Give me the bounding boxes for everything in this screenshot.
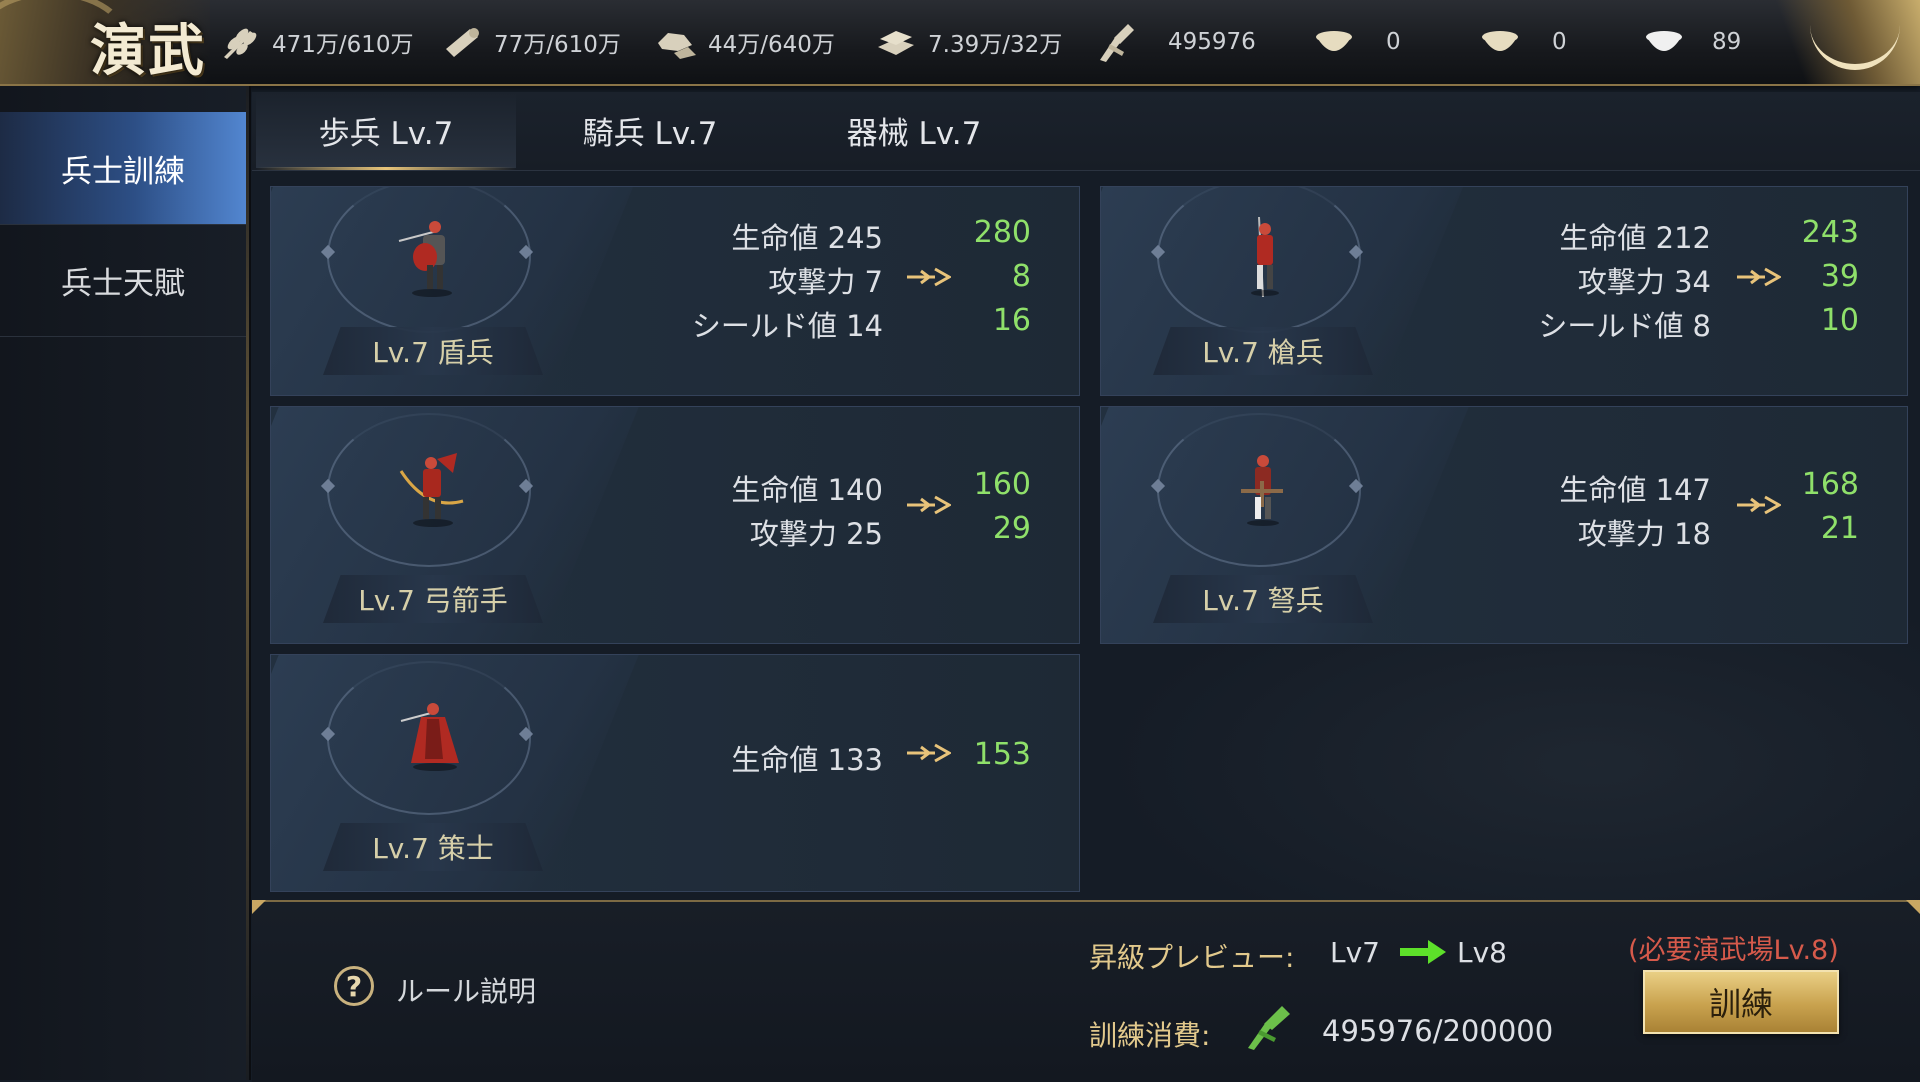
unit-name: Lv.7 策士 — [323, 823, 543, 871]
back-arrow-icon — [1810, 14, 1900, 70]
crossbow-soldier-icon — [1241, 455, 1283, 526]
unit-name: Lv.7 盾兵 — [323, 327, 543, 375]
back-button[interactable] — [1770, 0, 1920, 84]
resource-value: 77万/610万 — [494, 32, 621, 58]
training-cost-label: 訓練消費: — [1089, 1019, 1211, 1052]
resource-silver[interactable]: 89 — [1642, 22, 1741, 62]
upgrade-preview-label: 昇級プレビュー: — [1089, 941, 1295, 974]
upgrade-panel: ? ルール説明 昇級プレビュー: Lv7 Lv8 訓練消費: 495976/20… — [252, 900, 1920, 1082]
unit-portrait — [320, 661, 535, 849]
upgrade-arrow-icon — [907, 267, 951, 287]
resource-gold-1[interactable]: 0 — [1312, 22, 1401, 62]
training-cost-value: 495976/200000 — [1322, 1014, 1554, 1048]
resource-wood[interactable]: 77万/610万 — [440, 22, 621, 62]
stat-hp-new: 243 — [1801, 215, 1859, 250]
level-up-arrow-icon — [1400, 940, 1446, 964]
resource-training-token[interactable]: 495976 — [1094, 22, 1256, 62]
gold-bowl-icon — [1312, 24, 1356, 60]
unit-portrait — [1150, 413, 1365, 601]
resource-wheat[interactable]: 471万/610万 — [218, 22, 414, 62]
resource-iron[interactable]: 7.39万/32万 — [874, 22, 1062, 62]
training-token-icon — [1094, 24, 1138, 62]
stat-attack: 攻撃力 34 — [1577, 265, 1711, 299]
iron-ingot-icon — [874, 24, 918, 60]
unit-card-archer[interactable]: Lv.7 弓箭手 生命値 140 160 攻撃力 25 29 — [270, 406, 1080, 644]
shield-soldier-icon — [398, 221, 452, 297]
stat-attack-new: 8 — [1011, 259, 1031, 294]
next-level: Lv8 — [1457, 936, 1507, 969]
stat-hp: 生命値 147 — [1559, 473, 1711, 507]
spear-soldier-icon — [1251, 217, 1279, 297]
train-button[interactable]: 訓練 — [1643, 970, 1839, 1034]
archer-soldier-icon — [399, 453, 464, 527]
stat-attack-new: 39 — [1820, 259, 1859, 294]
upgrade-arrow-icon — [1737, 267, 1781, 287]
logo-area: 演武 — [0, 0, 210, 84]
unit-card-shield[interactable]: Lv.7 盾兵 生命値 245 280 攻撃力 7 8 シールド値 14 16 — [270, 186, 1080, 396]
unit-card-strategist[interactable]: Lv.7 策士 生命値 133 153 — [270, 654, 1080, 892]
resource-value: 44万/640万 — [708, 32, 835, 58]
unit-card-spear[interactable]: Lv.7 槍兵 生命値 212 243 攻撃力 34 39 シールド値 8 10 — [1100, 186, 1908, 396]
unit-name: Lv.7 弩兵 — [1153, 575, 1373, 623]
sidebar: 兵士訓練 兵士天賦 — [0, 86, 251, 1080]
stat-attack-new: 29 — [992, 511, 1031, 546]
stat-attack: 攻撃力 18 — [1577, 517, 1711, 551]
stat-hp-new: 280 — [973, 215, 1031, 250]
resource-value: 7.39万/32万 — [928, 32, 1063, 58]
unit-portrait — [320, 413, 535, 601]
sidebar-item-soldier-training[interactable]: 兵士訓練 — [0, 112, 249, 225]
resource-value: 0 — [1386, 29, 1401, 55]
sidebar-item-soldier-talent[interactable]: 兵士天賦 — [0, 224, 246, 337]
tab-cavalry[interactable]: 騎兵 Lv.7 — [520, 92, 780, 168]
stat-hp: 生命値 133 — [731, 743, 883, 777]
training-token-icon — [1248, 1006, 1290, 1050]
help-icon[interactable]: ? — [334, 966, 374, 1006]
resource-value: 495976 — [1168, 29, 1256, 55]
resource-value: 0 — [1552, 29, 1567, 55]
stat-shield: シールド値 8 — [1538, 309, 1711, 343]
current-level: Lv7 — [1330, 936, 1380, 969]
stat-hp-new: 168 — [1801, 467, 1859, 502]
wood-icon — [440, 24, 484, 60]
silver-bowl-icon — [1642, 24, 1686, 60]
stat-hp: 生命値 212 — [1559, 221, 1711, 255]
resource-bar: 演武 471万/610万 77万/610万 44万/640万 7.39万/32万… — [0, 0, 1920, 86]
upgrade-arrow-icon — [907, 495, 951, 515]
tab-siege[interactable]: 器械 Lv.7 — [784, 92, 1044, 168]
stat-hp: 生命値 245 — [731, 221, 883, 255]
panel-corner-ornament — [1906, 900, 1920, 914]
stat-hp-new: 153 — [973, 737, 1031, 772]
stat-attack: 攻撃力 25 — [749, 517, 883, 551]
stat-shield: シールド値 14 — [691, 309, 883, 343]
unit-name: Lv.7 弓箭手 — [323, 575, 543, 623]
stat-attack: 攻撃力 7 — [768, 265, 883, 299]
stat-shield-new: 16 — [992, 303, 1031, 338]
stat-attack-new: 21 — [1820, 511, 1859, 546]
unit-type-tabs: 歩兵 Lv.7 騎兵 Lv.7 器械 Lv.7 — [252, 92, 1920, 171]
stat-hp-new: 160 — [973, 467, 1031, 502]
upgrade-arrow-icon — [1737, 495, 1781, 515]
resource-stone[interactable]: 44万/640万 — [654, 22, 835, 62]
unit-name: Lv.7 槍兵 — [1153, 327, 1373, 375]
stat-shield-new: 10 — [1820, 303, 1859, 338]
resource-gold-2[interactable]: 0 — [1478, 22, 1567, 62]
wheat-icon — [218, 24, 262, 60]
logo-title: 演武 — [90, 18, 206, 84]
strategist-soldier-icon — [400, 703, 459, 771]
requirement-text: (必要演武場Lv.8) — [1628, 935, 1839, 966]
upgrade-arrow-icon — [907, 743, 951, 763]
resource-value: 471万/610万 — [272, 32, 414, 58]
sidebar-divider — [246, 86, 249, 1080]
panel-corner-ornament — [252, 900, 266, 914]
tab-infantry[interactable]: 歩兵 Lv.7 — [256, 92, 516, 170]
resource-value: 89 — [1712, 29, 1742, 55]
gold-bowl-icon — [1478, 24, 1522, 60]
stat-hp: 生命値 140 — [731, 473, 883, 507]
unit-card-crossbow[interactable]: Lv.7 弩兵 生命値 147 168 攻撃力 18 21 — [1100, 406, 1908, 644]
stone-icon — [654, 24, 698, 60]
rules-link[interactable]: ルール説明 — [396, 970, 536, 1010]
